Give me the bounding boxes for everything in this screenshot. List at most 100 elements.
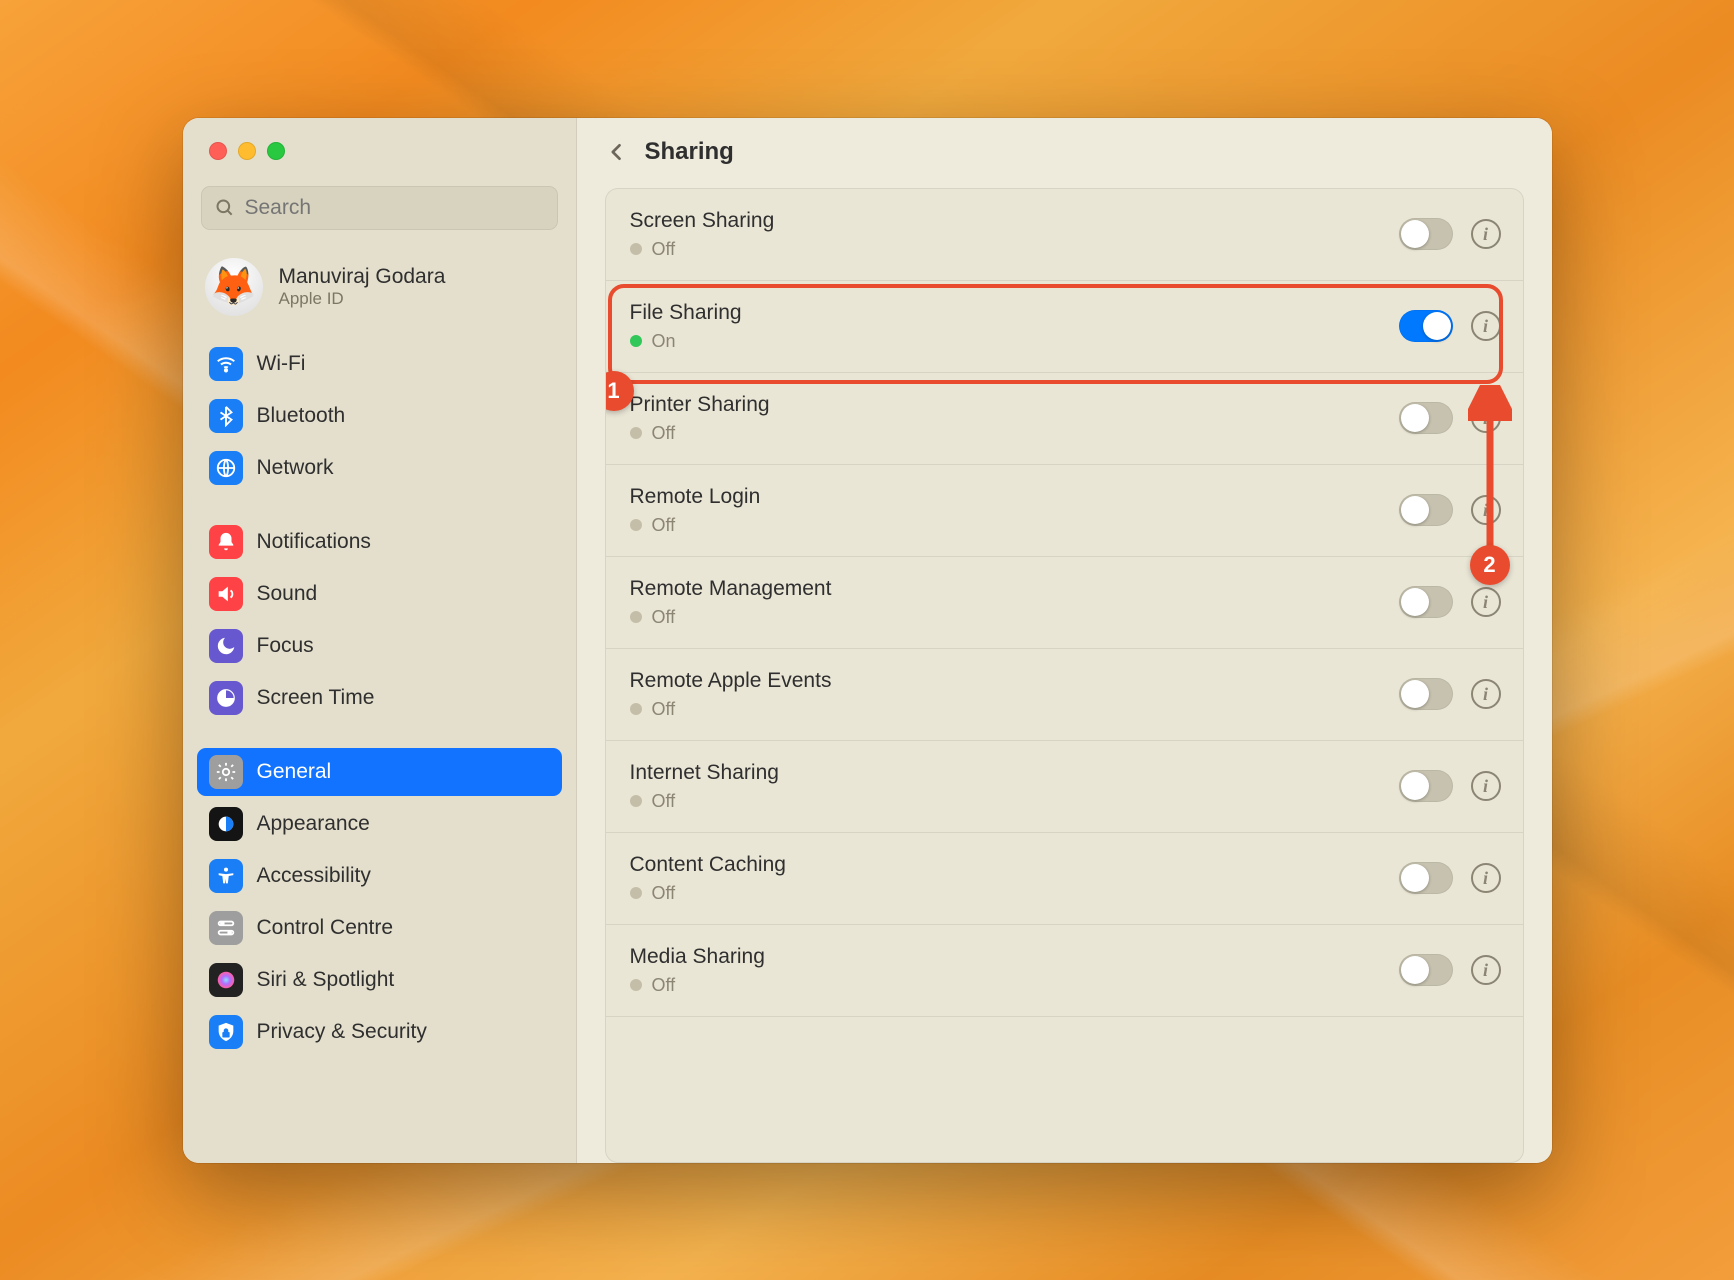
info-button[interactable]: i — [1471, 955, 1501, 985]
toggle-remote-apple-events[interactable] — [1399, 678, 1453, 710]
toggle-remote-management[interactable] — [1399, 586, 1453, 618]
wifi-icon — [209, 347, 243, 381]
sharing-list: Screen SharingOffiFile SharingOniPrinter… — [605, 188, 1524, 1163]
status-dot — [630, 887, 642, 899]
row-title: Screen Sharing — [630, 209, 775, 233]
screentime-icon — [209, 681, 243, 715]
main-pane: Sharing Screen Sharing Off i File Sharing On… — [577, 118, 1552, 1163]
sidebar-item-control-centre[interactable]: Control Centre — [197, 904, 562, 952]
sidebar-item-bluetooth[interactable]: Bluetooth — [197, 392, 562, 440]
status-dot — [630, 427, 642, 439]
row-status-text: Off — [652, 607, 676, 628]
header: Sharing — [607, 138, 1524, 166]
general-icon — [209, 755, 243, 789]
profile-name: Manuviraj Godara — [279, 265, 446, 289]
sidebar-item-sound[interactable]: Sound — [197, 570, 562, 618]
info-button[interactable]: i — [1471, 587, 1501, 617]
fullscreen-button[interactable] — [267, 142, 285, 160]
info-button[interactable]: i — [1471, 311, 1501, 341]
sound-icon — [209, 577, 243, 611]
row-status-text: Off — [652, 975, 676, 996]
notifications-icon — [209, 525, 243, 559]
settings-window: 🦊 Manuviraj Godara Apple ID Wi-Fi Bluetoo… — [183, 118, 1552, 1163]
row-title: Internet Sharing — [630, 761, 779, 785]
toggle-file-sharing[interactable] — [1399, 310, 1453, 342]
row-title: File Sharing — [630, 301, 742, 325]
row-status-text: Off — [652, 883, 676, 904]
accessibility-icon — [209, 859, 243, 893]
back-button[interactable] — [607, 138, 627, 166]
status-dot — [630, 979, 642, 991]
sharing-row-screen-sharing: Screen Sharing Off i — [606, 189, 1523, 281]
sidebar-item-notifications[interactable]: Notifications — [197, 518, 562, 566]
page-title: Sharing — [645, 138, 734, 166]
toggle-printer-sharing[interactable] — [1399, 402, 1453, 434]
info-button[interactable]: i — [1471, 863, 1501, 893]
sidebar-item-label: Focus — [257, 634, 314, 658]
privacy-icon — [209, 1015, 243, 1049]
siri-icon — [209, 963, 243, 997]
toggle-internet-sharing[interactable] — [1399, 770, 1453, 802]
status-dot — [630, 703, 642, 715]
search-icon — [215, 198, 235, 218]
sidebar-item-label: Sound — [257, 582, 318, 606]
sharing-row-internet-sharing: Internet Sharing Off i — [606, 741, 1523, 833]
sidebar-item-label: Network — [257, 456, 334, 480]
window-traffic-lights — [209, 142, 576, 160]
info-button[interactable]: i — [1471, 771, 1501, 801]
sidebar-item-label: Privacy & Security — [257, 1020, 427, 1044]
sidebar-item-accessibility[interactable]: Accessibility — [197, 852, 562, 900]
status-dot — [630, 611, 642, 623]
row-status-text: Off — [652, 791, 676, 812]
network-icon — [209, 451, 243, 485]
sidebar-item-network[interactable]: Network — [197, 444, 562, 492]
toggle-media-sharing[interactable] — [1399, 954, 1453, 986]
info-button[interactable]: i — [1471, 219, 1501, 249]
sidebar-item-label: Siri & Spotlight — [257, 968, 395, 992]
appearance-icon — [209, 807, 243, 841]
row-title: Printer Sharing — [630, 393, 770, 417]
row-status-text: Off — [652, 423, 676, 444]
sidebar-item-label: Screen Time — [257, 686, 375, 710]
search-field[interactable] — [201, 186, 558, 230]
status-dot — [630, 795, 642, 807]
sharing-row-printer-sharing: Printer Sharing Off i — [606, 373, 1523, 465]
chevron-left-icon — [607, 138, 627, 166]
sidebar-item-general[interactable]: General — [197, 748, 562, 796]
row-status-text: On — [652, 331, 676, 352]
sidebar-item-siri-spotlight[interactable]: Siri & Spotlight — [197, 956, 562, 1004]
bluetooth-icon — [209, 399, 243, 433]
sharing-row-remote-management: Remote ManagementOffi — [606, 557, 1523, 649]
sidebar-item-focus[interactable]: Focus — [197, 622, 562, 670]
sidebar-item-appearance[interactable]: Appearance — [197, 800, 562, 848]
sidebar-item-wi-fi[interactable]: Wi-Fi — [197, 340, 562, 388]
toggle-screen-sharing[interactable] — [1399, 218, 1453, 250]
search-input[interactable] — [245, 196, 544, 220]
sidebar-item-privacy-security[interactable]: Privacy & Security — [197, 1008, 562, 1056]
minimize-button[interactable] — [238, 142, 256, 160]
focus-icon — [209, 629, 243, 663]
sharing-row-media-sharing: Media Sharing Off i — [606, 925, 1523, 1017]
close-button[interactable] — [209, 142, 227, 160]
info-button[interactable]: i — [1471, 403, 1501, 433]
sidebar-item-label: Bluetooth — [257, 404, 346, 428]
status-dot — [630, 519, 642, 531]
info-button[interactable]: i — [1471, 495, 1501, 525]
sidebar: 🦊 Manuviraj Godara Apple ID Wi-Fi Bluetoo… — [183, 118, 577, 1163]
sidebar-list: Wi-Fi Bluetooth Network Notifications Sound F… — [183, 336, 576, 1060]
sidebar-item-screen-time[interactable]: Screen Time — [197, 674, 562, 722]
info-button[interactable]: i — [1471, 679, 1501, 709]
row-status-text: Off — [652, 239, 676, 260]
avatar: 🦊 — [205, 258, 263, 316]
sidebar-item-label: Wi-Fi — [257, 352, 306, 376]
controlcentre-icon — [209, 911, 243, 945]
apple-id-profile[interactable]: 🦊 Manuviraj Godara Apple ID — [183, 248, 576, 336]
toggle-content-caching[interactable] — [1399, 862, 1453, 894]
row-title: Media Sharing — [630, 945, 765, 969]
row-status-text: Off — [652, 515, 676, 536]
sidebar-item-label: Control Centre — [257, 916, 394, 940]
row-status-text: Off — [652, 699, 676, 720]
toggle-remote-login[interactable] — [1399, 494, 1453, 526]
status-dot — [630, 335, 642, 347]
row-title: Remote Login — [630, 485, 761, 509]
